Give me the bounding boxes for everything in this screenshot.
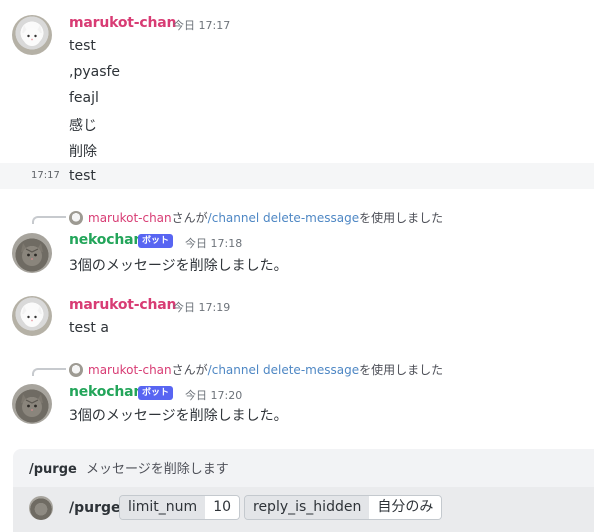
message-line: ,pyasfe: [69, 64, 121, 80]
mini-avatar: [69, 210, 83, 225]
tabby-cat-icon: [21, 394, 43, 417]
reply-spine: [32, 216, 66, 224]
reply-spine: [32, 368, 66, 376]
message-timestamp: 今日 17:18: [185, 237, 243, 250]
bot-badge: ボット: [138, 234, 174, 248]
message-line: feajl: [69, 90, 99, 106]
option-reply-is-hidden[interactable]: reply_is_hidden 自分のみ: [244, 495, 443, 520]
bot-badge: ボット: [138, 386, 174, 400]
interaction-reference[interactable]: marukot-chan さんが /channel delete-message…: [69, 361, 443, 378]
slash-command-panel: /purge メッセージを削除します /purge limit_num 10 r…: [13, 449, 594, 532]
avatar-nekochan[interactable]: [12, 384, 52, 424]
message-line: 3個のメッセージを削除しました。: [69, 408, 288, 424]
reference-command[interactable]: /channel delete-message: [208, 211, 359, 225]
reference-username[interactable]: marukot-chan: [88, 363, 172, 377]
interaction-reference[interactable]: marukot-chan さんが /channel delete-message…: [69, 209, 443, 226]
message-line: 削除: [69, 144, 97, 160]
bot-avatar-icon: [29, 496, 53, 520]
command-suggestion[interactable]: /purge メッセージを削除します: [29, 458, 229, 477]
message-username[interactable]: marukot-chan: [69, 297, 176, 313]
option-limit-num[interactable]: limit_num 10: [119, 495, 241, 520]
message-timestamp: 今日 17:20: [185, 389, 243, 402]
message-timestamp: 今日 17:19: [173, 301, 231, 314]
reference-text: を使用しました: [359, 363, 444, 377]
reference-command[interactable]: /channel delete-message: [208, 363, 359, 377]
message-username[interactable]: nekochan: [69, 232, 143, 248]
option-key: reply_is_hidden: [245, 496, 370, 519]
option-value[interactable]: 自分のみ: [369, 496, 442, 519]
mini-avatar: [69, 362, 83, 377]
command-input-name: /purge: [69, 500, 121, 516]
message-line: test: [69, 38, 96, 54]
command-name: /purge: [29, 462, 77, 477]
avatar-marukot-chan[interactable]: [12, 15, 52, 55]
message-line: 感じ: [69, 118, 97, 134]
message-line: test: [69, 168, 96, 184]
message-line: 3個のメッセージを削除しました。: [69, 258, 288, 274]
option-value[interactable]: 10: [205, 496, 240, 519]
white-cat-icon: [22, 306, 42, 327]
reference-text: さんが: [171, 211, 208, 225]
message-username[interactable]: marukot-chan: [69, 15, 176, 31]
avatar-nekochan[interactable]: [12, 233, 52, 273]
command-input-row[interactable]: /purge limit_num 10 reply_is_hidden 自分のみ: [13, 487, 594, 532]
avatar-marukot-chan[interactable]: [12, 296, 52, 336]
reference-text: を使用しました: [359, 211, 444, 225]
command-description: メッセージを削除します: [85, 462, 229, 477]
reference-username[interactable]: marukot-chan: [88, 211, 172, 225]
message-username[interactable]: nekochan: [69, 384, 143, 400]
hover-timestamp: 17:17: [31, 170, 60, 181]
white-cat-icon: [22, 25, 42, 46]
tabby-cat-icon: [21, 243, 43, 266]
message-line: test a: [69, 320, 109, 336]
reference-text: さんが: [171, 363, 208, 377]
option-key: limit_num: [120, 496, 206, 519]
message-timestamp: 今日 17:17: [173, 19, 231, 32]
